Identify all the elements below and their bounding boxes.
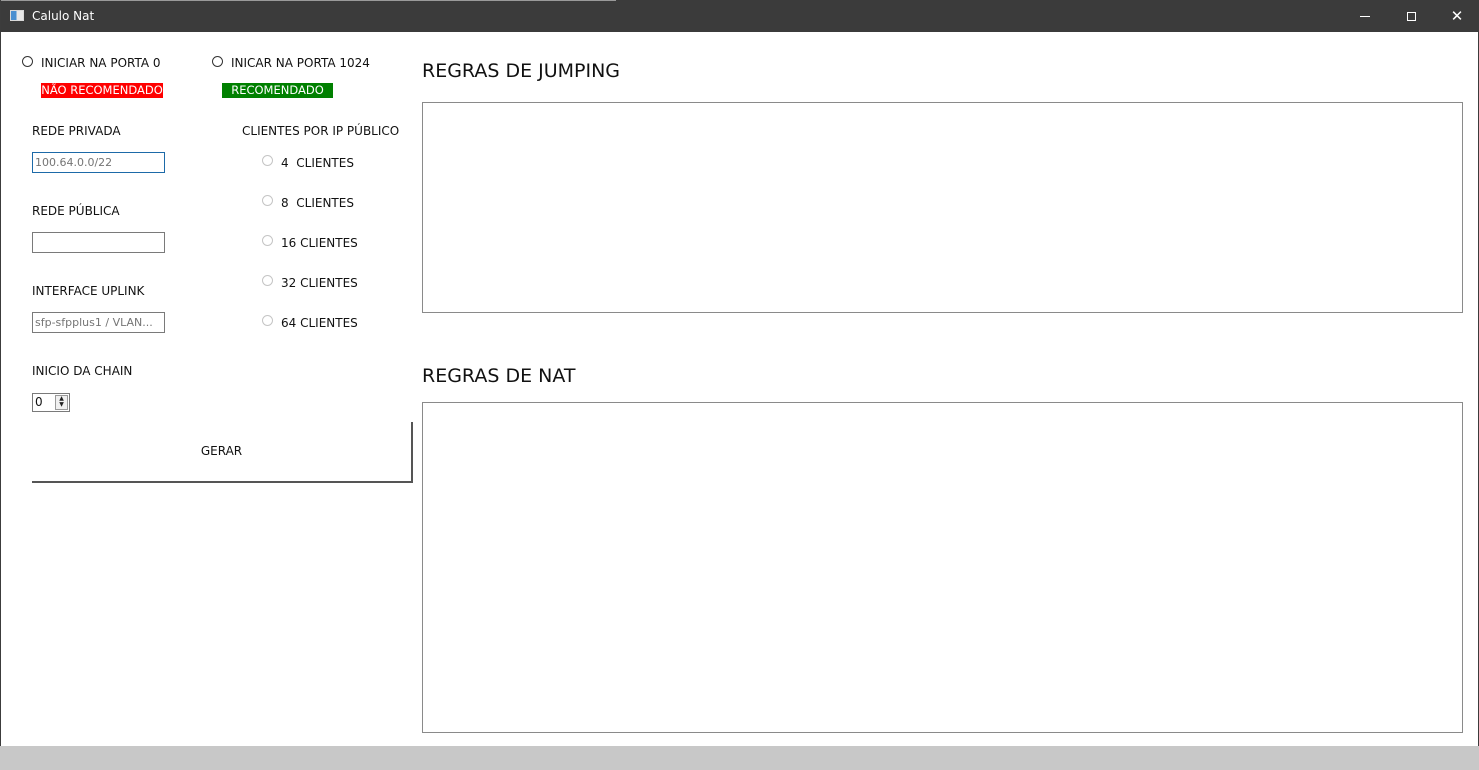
- private-network-input[interactable]: [32, 152, 165, 173]
- title-bar-highlight: [1, 0, 616, 1]
- clients-32-radio[interactable]: [262, 275, 273, 286]
- clients-16-label[interactable]: 16 CLIENTES: [281, 236, 358, 251]
- close-button[interactable]: ✕: [1434, 0, 1479, 32]
- uplink-label: INTERFACE UPLINK: [32, 284, 145, 298]
- clients-8-label[interactable]: 8 CLIENTES: [281, 196, 354, 211]
- minimize-button[interactable]: [1342, 0, 1388, 32]
- port1024-label[interactable]: INICAR NA PORTA 1024: [231, 56, 370, 71]
- nat-rules-title: REGRAS DE NAT: [422, 365, 576, 387]
- nat-rules-textarea[interactable]: [422, 402, 1463, 733]
- uplink-input[interactable]: [32, 312, 165, 333]
- clients-8-radio[interactable]: [262, 195, 273, 206]
- private-network-label: REDE PRIVADA: [32, 124, 121, 138]
- minimize-icon: [1360, 15, 1370, 17]
- generate-button[interactable]: GERAR: [32, 422, 413, 483]
- jumping-rules-title: REGRAS DE JUMPING: [422, 60, 621, 82]
- app-icon: [10, 10, 24, 21]
- chain-start-spinner[interactable]: 0 ▲ ▼: [32, 393, 70, 412]
- spinner-buttons[interactable]: ▲ ▼: [55, 395, 68, 410]
- port0-badge: NÃO RECOMENDADO: [41, 83, 163, 98]
- clients-64-radio[interactable]: [262, 315, 273, 326]
- clients-32-label[interactable]: 32 CLIENTES: [281, 276, 358, 291]
- port0-label[interactable]: INICIAR NA PORTA 0: [41, 56, 161, 71]
- maximize-button[interactable]: [1388, 0, 1434, 32]
- chain-start-label: INICIO DA CHAIN: [32, 364, 133, 378]
- port1024-radio[interactable]: [212, 56, 223, 67]
- public-network-input[interactable]: [32, 232, 165, 253]
- port1024-badge: RECOMENDADO: [222, 83, 333, 98]
- clients-16-radio[interactable]: [262, 235, 273, 246]
- maximize-icon: [1406, 11, 1416, 21]
- clients-64-label[interactable]: 64 CLIENTES: [281, 316, 358, 331]
- close-icon: ✕: [1450, 6, 1464, 25]
- clients-4-radio[interactable]: [262, 155, 273, 166]
- clients-header: CLIENTES POR IP PÚBLICO: [242, 124, 400, 138]
- generate-button-label: GERAR: [200, 444, 243, 458]
- title-bar[interactable]: Calulo Nat ✕: [1, 0, 1479, 32]
- window-title: Calulo Nat: [32, 9, 95, 23]
- spin-down-icon[interactable]: ▼: [56, 402, 67, 408]
- port0-radio[interactable]: [22, 56, 33, 67]
- public-network-label: REDE PÚBLICA: [32, 204, 120, 218]
- chain-start-value[interactable]: 0: [35, 395, 43, 409]
- app-window: Calulo Nat ✕ INICIAR NA PORTA 0 NÃO RECO…: [0, 0, 1479, 746]
- clients-4-label[interactable]: 4 CLIENTES: [281, 156, 354, 171]
- jumping-rules-textarea[interactable]: [422, 102, 1463, 313]
